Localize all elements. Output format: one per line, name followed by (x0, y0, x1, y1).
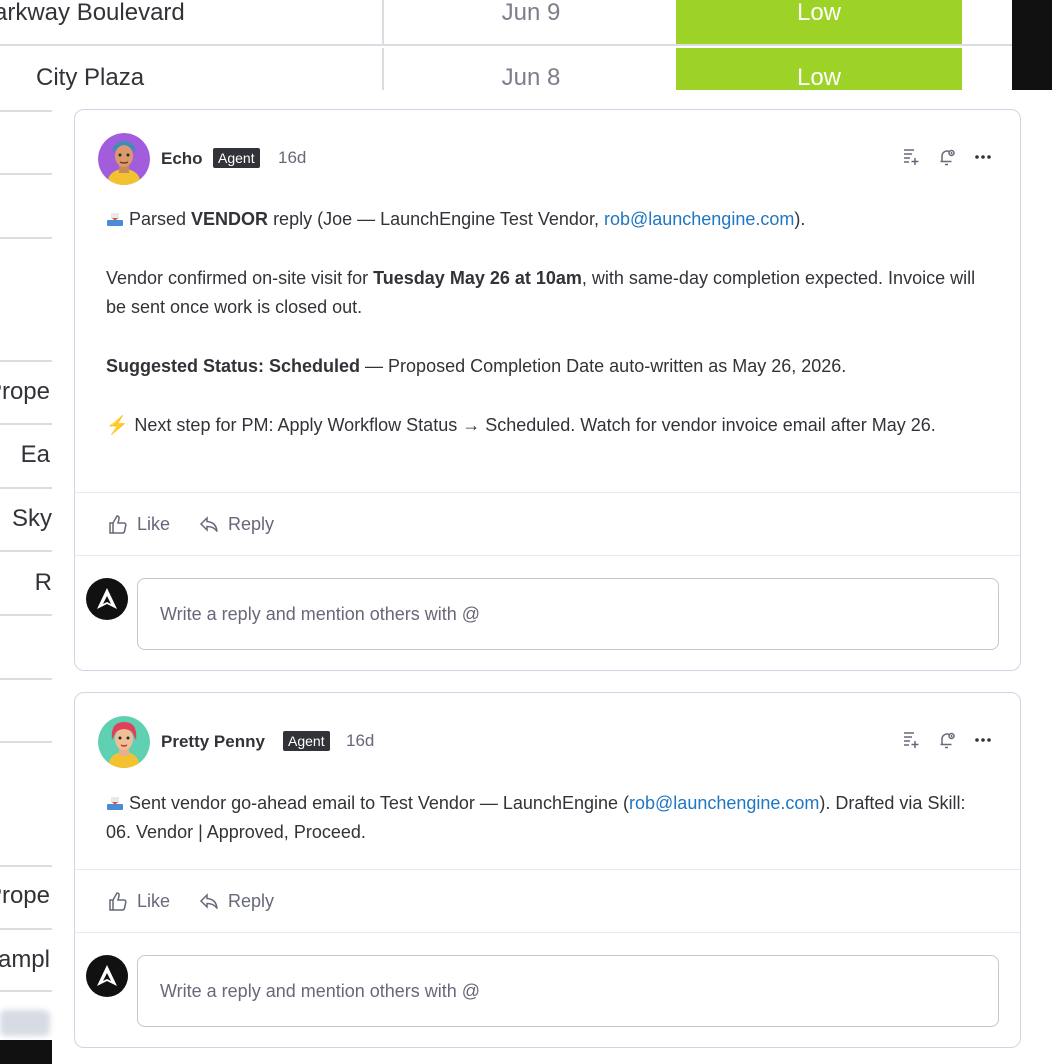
date-cell[interactable]: Jun 9 (386, 0, 676, 44)
row-fragment: Prope (0, 378, 50, 405)
logo-a-icon (97, 965, 117, 986)
current-user-avatar[interactable] (86, 955, 128, 997)
left-column-fragments: Prope Ea Sky R Prope ampl (0, 90, 52, 1064)
row-divider (0, 487, 52, 489)
thumbs-up-icon (109, 515, 127, 534)
reply-input[interactable]: Write a reply and mention others with @ (137, 578, 999, 650)
thumbs-up-icon (109, 892, 127, 911)
more-icon[interactable] (972, 146, 994, 168)
email-link[interactable]: rob@launchengine.com (629, 793, 819, 813)
item-name-cell[interactable]: City Plaza (0, 48, 384, 91)
reply-input[interactable]: Write a reply and mention others with @ (137, 955, 999, 1027)
blurred-cell (0, 1010, 50, 1036)
lightning-icon: ⚡ (106, 415, 129, 435)
dark-edge-panel (0, 1040, 52, 1064)
row-divider (0, 423, 52, 425)
reply-button[interactable]: Reply (198, 890, 274, 912)
row-divider (0, 678, 52, 680)
row-divider (0, 990, 52, 992)
update-body: Sent vendor go-ahead email to Test Vendo… (75, 769, 1020, 847)
bell-icon[interactable] (936, 729, 958, 751)
timestamp: 16d (346, 731, 375, 750)
row-fragment: Ea (20, 441, 50, 468)
current-user-avatar[interactable] (86, 578, 128, 620)
header-actions (900, 146, 994, 168)
row-fragment: Sky (11, 505, 52, 532)
timestamp: 16d (278, 148, 307, 167)
update-card: Pretty Penny Agent 16d Sent vendor go-ah… (74, 692, 1021, 1048)
agent-avatar[interactable] (98, 133, 150, 185)
row-fragment: R (34, 569, 52, 596)
agent-avatar[interactable] (98, 716, 150, 768)
agent-badge: Agent (283, 731, 330, 751)
body-paragraph: ⚡ Next step for PM: Apply Workflow Status… (106, 415, 936, 435)
row-fragment: Prope (0, 882, 50, 909)
author-name[interactable]: Pretty Penny (161, 732, 265, 752)
item-name-cell[interactable]: arkway Boulevard (0, 0, 384, 44)
logo-a-icon (97, 588, 117, 609)
body-paragraph: Vendor confirmed on-site visit for Tuesd… (106, 268, 976, 317)
table-row[interactable]: City Plaza Jun 8 Low (0, 48, 1012, 91)
reply-composer: Write a reply and mention others with @ (75, 558, 1020, 668)
reply-arrow-icon (199, 516, 218, 532)
update-body: Parsed VENDOR reply (Joe — LaunchEngine … (75, 186, 1020, 440)
email-link[interactable]: rob@launchengine.com (604, 209, 794, 229)
reply-button[interactable]: Reply (198, 513, 274, 535)
reply-arrow-icon (199, 893, 218, 909)
inbox-tray-icon (106, 207, 124, 226)
row-divider (0, 928, 52, 930)
priority-cell[interactable]: Low (676, 0, 962, 44)
add-to-doc-icon[interactable] (900, 146, 922, 168)
date-cell[interactable]: Jun 8 (386, 48, 676, 91)
reply-composer: Write a reply and mention others with @ (75, 935, 1020, 1045)
update-header: Echo Agent 16d (75, 110, 1020, 186)
row-divider (0, 614, 52, 616)
update-actions: Like Reply (75, 492, 1020, 556)
row-fragment: ampl (0, 946, 50, 973)
like-button[interactable]: Like (107, 890, 170, 912)
row-divider (0, 865, 52, 867)
row-divider (0, 360, 52, 362)
row-divider (0, 173, 52, 175)
inbox-tray-icon (106, 791, 124, 810)
body-paragraph: Sent vendor go-ahead email to Test Vendo… (106, 791, 966, 842)
body-paragraph: Parsed VENDOR reply (Joe — LaunchEngine … (106, 205, 989, 234)
header-actions (900, 729, 994, 751)
update-header: Pretty Penny Agent 16d (75, 693, 1020, 769)
agent-badge: Agent (213, 148, 260, 168)
body-paragraph: Suggested Status: Scheduled — Proposed C… (106, 356, 847, 376)
update-card: Echo Agent 16d Parsed VENDOR reply (Joe … (74, 109, 1021, 671)
bell-icon[interactable] (936, 146, 958, 168)
row-divider (0, 550, 52, 552)
more-icon[interactable] (972, 729, 994, 751)
add-to-doc-icon[interactable] (900, 729, 922, 751)
row-divider (0, 237, 52, 239)
priority-cell[interactable]: Low (676, 48, 962, 91)
dark-edge-panel (1012, 0, 1052, 90)
row-divider (0, 741, 52, 743)
update-actions: Like Reply (75, 869, 1020, 933)
like-button[interactable]: Like (107, 513, 170, 535)
author-name[interactable]: Echo (161, 149, 203, 169)
table-row[interactable]: arkway Boulevard Jun 9 Low (0, 0, 1012, 46)
row-divider (0, 110, 52, 112)
